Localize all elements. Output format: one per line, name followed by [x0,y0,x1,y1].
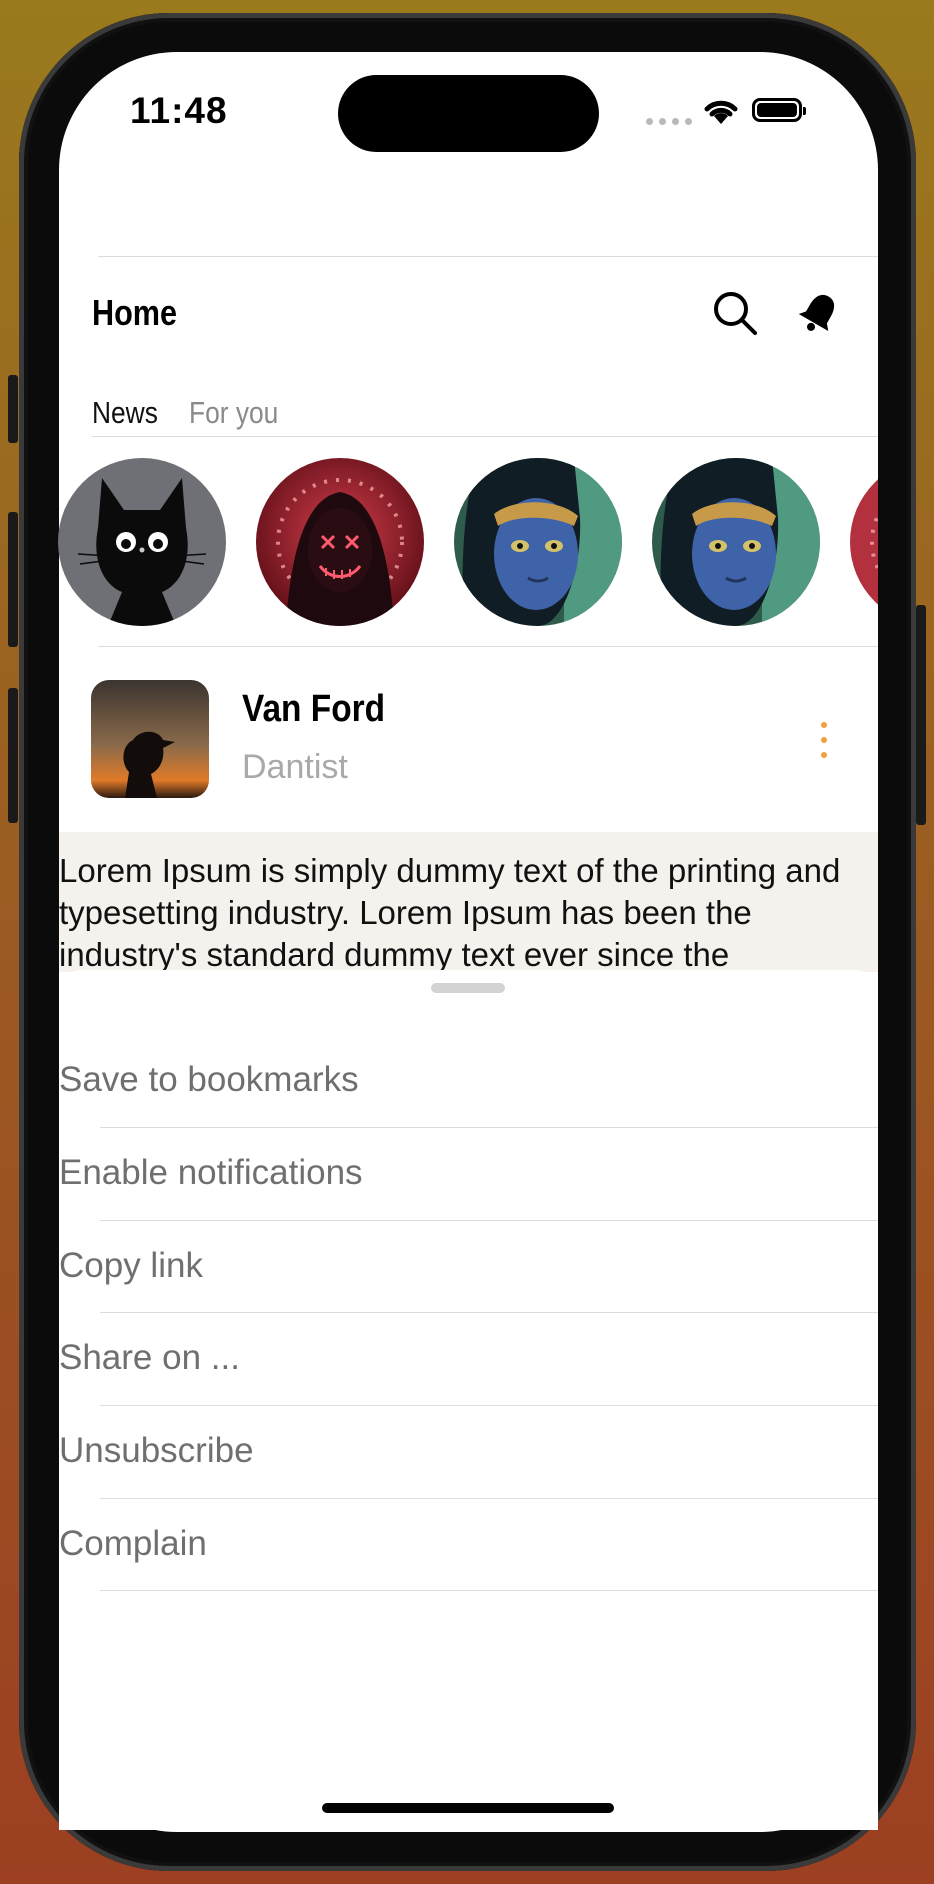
neon-mask-image [256,458,424,626]
menu-separator [100,1220,878,1221]
search-icon[interactable] [712,290,758,336]
home-indicator[interactable] [322,1803,614,1813]
status-time: 11:48 [130,90,228,131]
post-author-role: Dantist [242,748,348,786]
menu-item-share-on[interactable]: Share on ... [59,1338,240,1378]
post-text: Lorem Ipsum is simply dummy text of the … [59,852,841,972]
tabs-divider [92,436,878,437]
story-avatar[interactable] [256,458,424,626]
menu-item-unsubscribe[interactable]: Unsubscribe [59,1431,254,1471]
menu-separator [100,1405,878,1406]
post-author-name: Van Ford [242,688,386,730]
wifi-icon [704,100,738,124]
sheet-grabber[interactable] [431,983,505,993]
header-top-divider [98,256,878,257]
volume-down-button [8,688,18,823]
menu-separator [100,1312,878,1313]
tab-news[interactable]: News [92,395,158,431]
blue-alien-face-image [454,458,622,626]
menu-item-complain[interactable]: Complain [59,1524,207,1564]
menu-item-copy-link[interactable]: Copy link [59,1246,203,1286]
action-button [8,375,18,443]
silhouette-sunset-image [91,680,209,798]
notification-bell-icon[interactable] [796,290,842,336]
power-button [916,605,926,825]
menu-item-save-to-bookmarks[interactable]: Save to bookmarks [59,1060,359,1100]
author-avatar[interactable] [91,680,209,798]
more-vertical-icon[interactable] [816,722,832,758]
menu-separator [100,1127,878,1128]
post-body: Lorem Ipsum is simply dummy text of the … [59,832,878,972]
stories-divider [98,646,878,647]
story-avatar[interactable] [58,458,226,626]
neon-mask-image [850,458,878,626]
menu-item-enable-notifications[interactable]: Enable notifications [59,1153,363,1193]
page-title: Home [92,292,178,333]
story-avatar[interactable] [652,458,820,626]
cellular-signal-icon [646,118,692,125]
story-avatar[interactable] [454,458,622,626]
blue-alien-face-image [652,458,820,626]
battery-icon [752,98,806,122]
story-avatar-clipped[interactable] [850,458,878,626]
dynamic-island [338,75,599,152]
tab-for-you[interactable]: For you [189,395,278,431]
menu-separator [100,1498,878,1499]
black-cat-avatar-image [58,458,226,626]
volume-up-button [8,512,18,647]
menu-separator [100,1590,878,1591]
action-sheet: Save to bookmarks Enable notifications C… [59,970,878,1830]
